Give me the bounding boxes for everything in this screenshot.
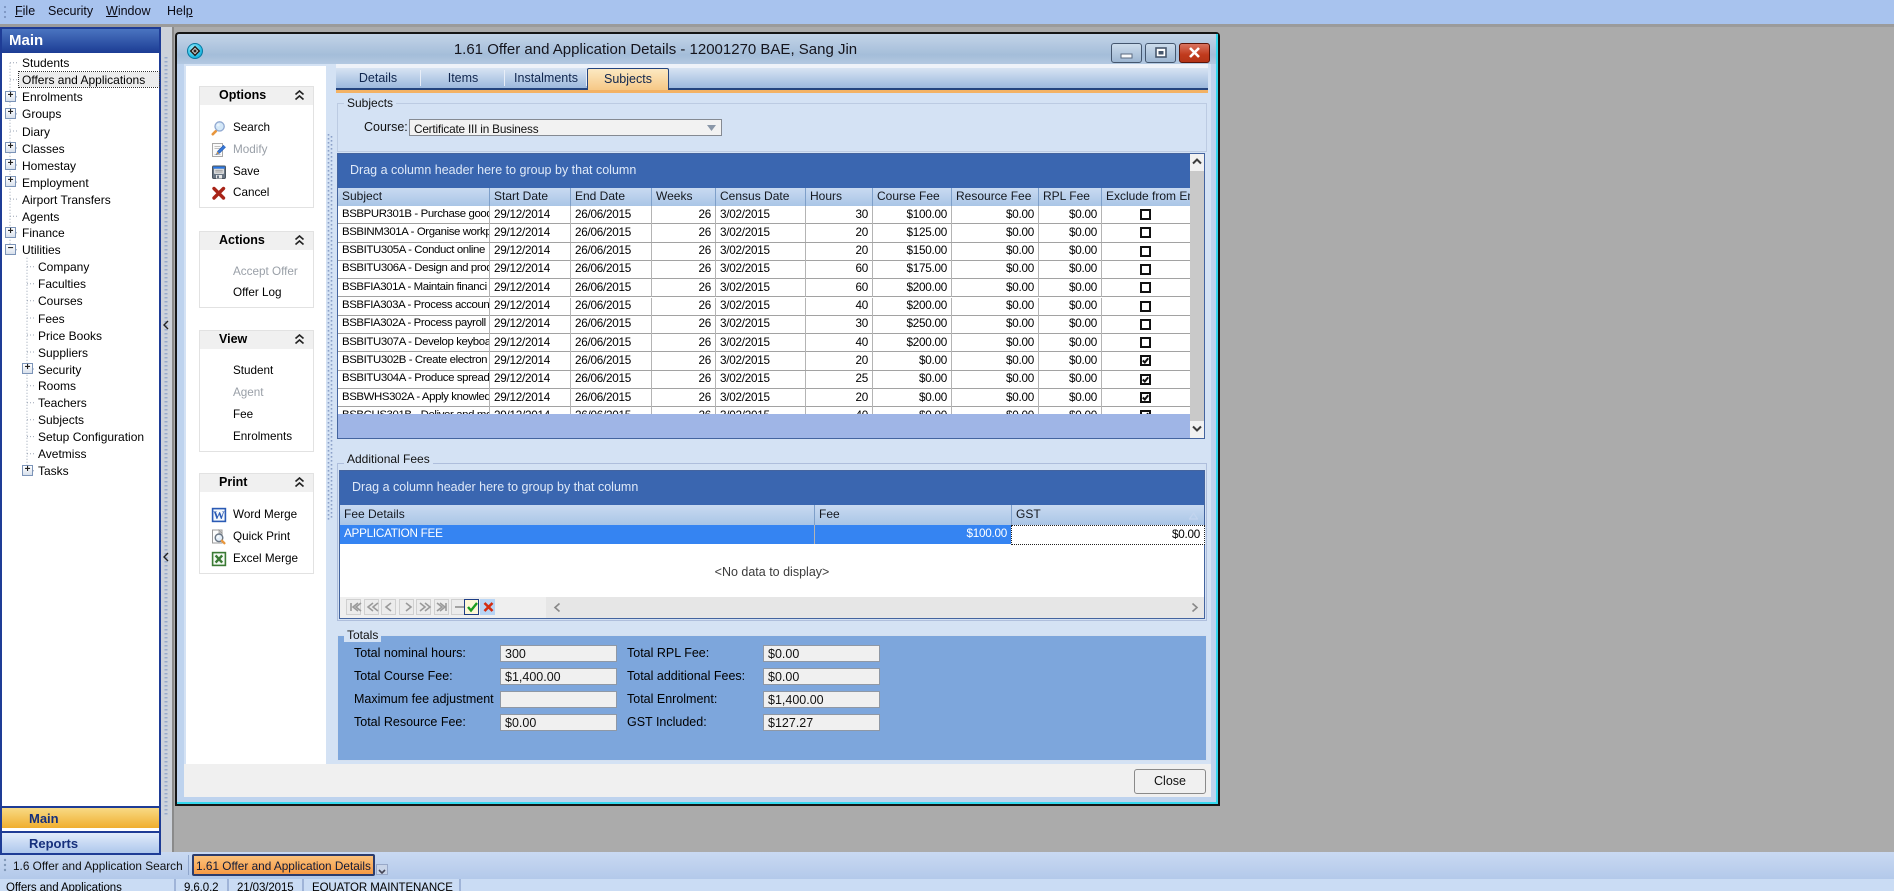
svg-text:W: W: [213, 510, 225, 522]
